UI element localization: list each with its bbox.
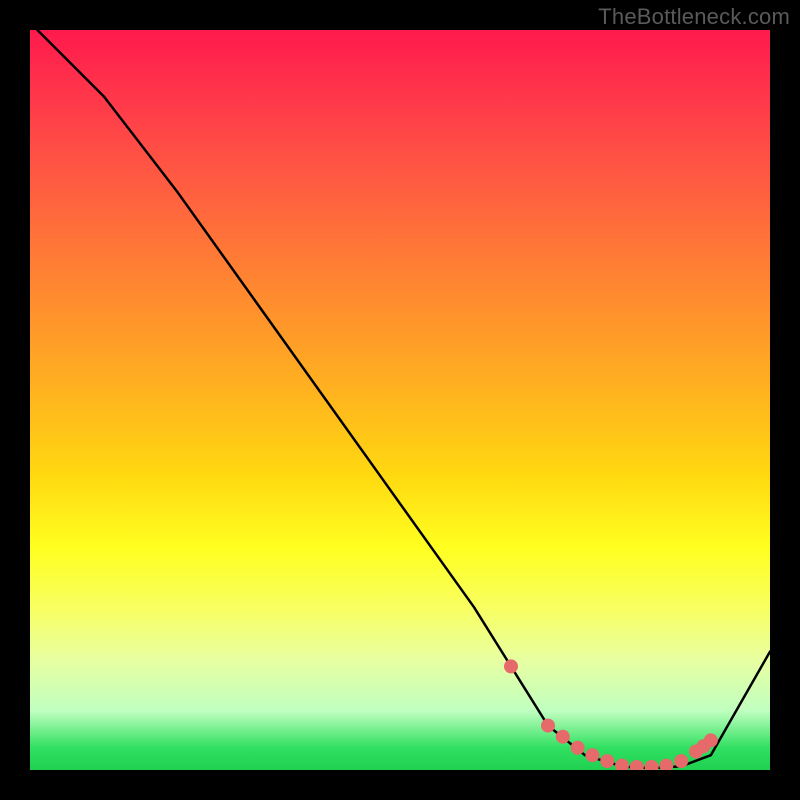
marker-dot (659, 759, 673, 770)
chart-svg (30, 30, 770, 770)
marker-dot (674, 754, 688, 768)
marker-dot (556, 730, 570, 744)
chart-root: TheBottleneck.com (0, 0, 800, 800)
marker-dot (585, 748, 599, 762)
marker-dot (630, 760, 644, 770)
curve-markers (504, 659, 718, 770)
curve-line (37, 30, 770, 768)
marker-dot (600, 754, 614, 768)
marker-dot (704, 733, 718, 747)
marker-dot (645, 760, 659, 770)
marker-dot (541, 719, 555, 733)
plot-area (30, 30, 770, 770)
marker-dot (571, 741, 585, 755)
marker-dot (504, 659, 518, 673)
watermark-text: TheBottleneck.com (598, 4, 790, 30)
marker-dot (615, 759, 629, 770)
